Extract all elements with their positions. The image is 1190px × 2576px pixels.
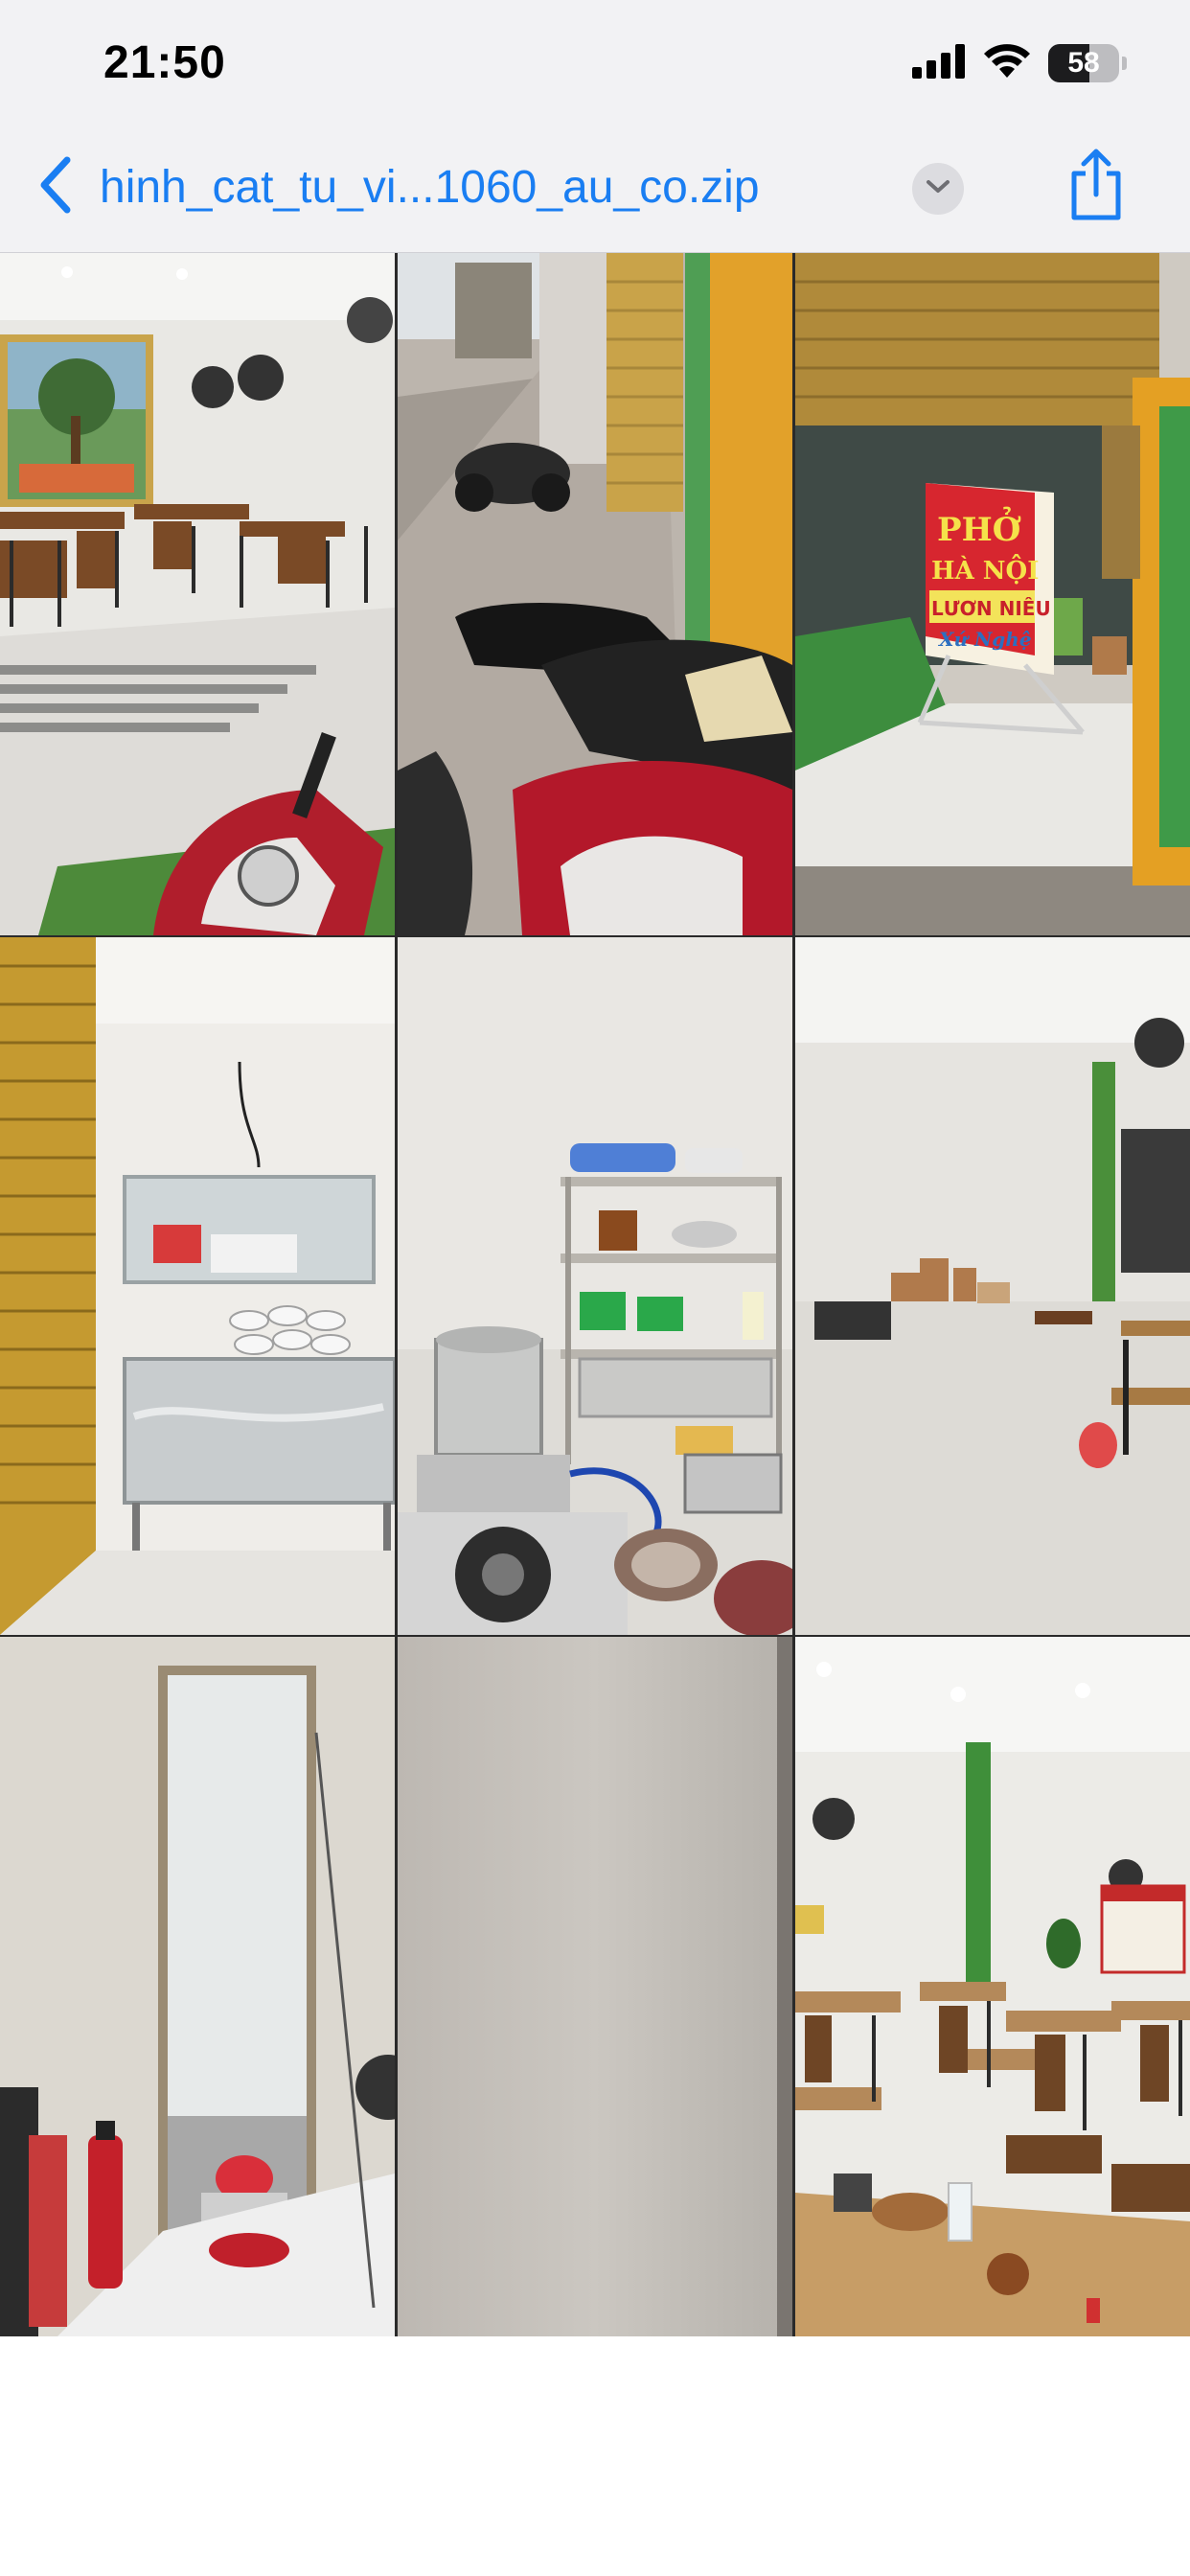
photo-thumbnail-1[interactable] <box>0 253 395 935</box>
svg-text:HÀ NỘI: HÀ NỘI <box>931 553 1039 586</box>
file-title[interactable]: hinh_cat_tu_vi...1060_au_co.zip <box>100 161 760 214</box>
photo-1-image <box>0 253 395 935</box>
svg-text:PHỞ: PHỞ <box>937 506 1021 549</box>
back-button[interactable] <box>29 153 82 220</box>
photo-thumbnail-8[interactable] <box>398 1637 792 2336</box>
empty-bottom-area <box>0 2336 1190 2576</box>
zip-preview-screen: 21:50 58 hinh_cat_tu_vi...1060_au_co.zip… <box>0 0 1190 2576</box>
photo-thumbnail-3[interactable]: PHỞ HÀ NỘI LƯƠN NIÊU Xứ Nghệ <box>795 253 1190 935</box>
photo-thumbnail-6[interactable] <box>795 937 1190 1635</box>
photo-thumbnail-7[interactable] <box>0 1637 395 2336</box>
photo-2-image <box>398 253 792 935</box>
photo-6-image <box>795 937 1190 1635</box>
status-bar: 21:50 58 <box>0 0 1190 125</box>
svg-text:Xứ Nghệ: Xứ Nghệ <box>937 628 1032 651</box>
cellular-signal-icon <box>912 43 966 83</box>
status-time: 21:50 <box>103 37 226 88</box>
wifi-icon <box>983 43 1031 84</box>
title-menu-button[interactable] <box>912 163 964 215</box>
battery-icon: 58 <box>1048 43 1127 83</box>
photo-5-image <box>398 937 792 1635</box>
photo-7-image <box>0 1637 395 2336</box>
photo-thumbnail-9[interactable] <box>795 1637 1190 2336</box>
photo-8-image <box>398 1637 792 2336</box>
photo-thumbnail-2[interactable] <box>398 253 792 935</box>
photo-grid: PHỞ HÀ NỘI LƯƠN NIÊU Xứ Nghệ <box>0 253 1190 2336</box>
status-icons: 58 <box>912 42 1127 84</box>
photo-9-image <box>795 1637 1190 2336</box>
share-button[interactable] <box>1062 148 1131 226</box>
photo-3-image: PHỞ HÀ NỘI LƯƠN NIÊU Xứ Nghệ <box>795 253 1190 935</box>
navigation-bar: hinh_cat_tu_vi...1060_au_co.zip <box>0 125 1190 253</box>
photo-thumbnail-4[interactable] <box>0 937 395 1635</box>
chevron-left-icon <box>38 156 73 218</box>
svg-text:LƯƠN NIÊU: LƯƠN NIÊU <box>931 597 1051 620</box>
share-icon <box>1066 149 1126 226</box>
battery-level: 58 <box>1067 47 1100 79</box>
photo-thumbnail-5[interactable] <box>398 937 792 1635</box>
photo-4-image <box>0 937 395 1635</box>
chevron-down-icon <box>926 179 950 199</box>
